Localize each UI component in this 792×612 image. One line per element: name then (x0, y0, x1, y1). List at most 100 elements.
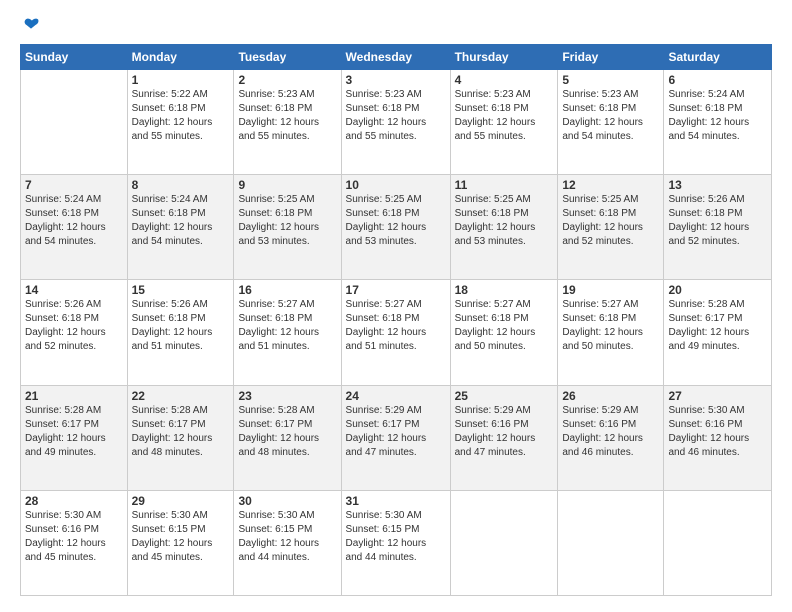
logo-bird-icon (22, 16, 40, 34)
day-number: 8 (132, 178, 230, 192)
day-number: 15 (132, 283, 230, 297)
day-number: 31 (346, 494, 446, 508)
day-info: Sunrise: 5:28 AMSunset: 6:17 PMDaylight:… (238, 404, 336, 460)
week-row-1: 7Sunrise: 5:24 AMSunset: 6:18 PMDaylight… (21, 175, 772, 280)
day-number: 16 (238, 283, 336, 297)
day-cell: 3Sunrise: 5:23 AMSunset: 6:18 PMDaylight… (341, 70, 450, 175)
day-info: Sunrise: 5:23 AMSunset: 6:18 PMDaylight:… (238, 88, 336, 144)
day-cell: 1Sunrise: 5:22 AMSunset: 6:18 PMDaylight… (127, 70, 234, 175)
day-info: Sunrise: 5:27 AMSunset: 6:18 PMDaylight:… (455, 298, 554, 354)
day-cell: 27Sunrise: 5:30 AMSunset: 6:16 PMDayligh… (664, 385, 772, 490)
day-cell: 13Sunrise: 5:26 AMSunset: 6:18 PMDayligh… (664, 175, 772, 280)
day-cell (450, 490, 558, 595)
col-header-saturday: Saturday (664, 45, 772, 70)
day-info: Sunrise: 5:25 AMSunset: 6:18 PMDaylight:… (346, 193, 446, 249)
day-number: 29 (132, 494, 230, 508)
day-number: 20 (668, 283, 767, 297)
col-header-monday: Monday (127, 45, 234, 70)
header (20, 16, 772, 34)
day-info: Sunrise: 5:22 AMSunset: 6:18 PMDaylight:… (132, 88, 230, 144)
day-number: 9 (238, 178, 336, 192)
calendar-header: SundayMondayTuesdayWednesdayThursdayFrid… (21, 45, 772, 70)
day-info: Sunrise: 5:29 AMSunset: 6:16 PMDaylight:… (455, 404, 554, 460)
day-info: Sunrise: 5:27 AMSunset: 6:18 PMDaylight:… (346, 298, 446, 354)
day-cell: 17Sunrise: 5:27 AMSunset: 6:18 PMDayligh… (341, 280, 450, 385)
day-info: Sunrise: 5:30 AMSunset: 6:15 PMDaylight:… (132, 509, 230, 565)
day-cell: 4Sunrise: 5:23 AMSunset: 6:18 PMDaylight… (450, 70, 558, 175)
day-cell: 24Sunrise: 5:29 AMSunset: 6:17 PMDayligh… (341, 385, 450, 490)
day-info: Sunrise: 5:25 AMSunset: 6:18 PMDaylight:… (455, 193, 554, 249)
page: SundayMondayTuesdayWednesdayThursdayFrid… (0, 0, 792, 612)
week-row-3: 21Sunrise: 5:28 AMSunset: 6:17 PMDayligh… (21, 385, 772, 490)
calendar-body: 1Sunrise: 5:22 AMSunset: 6:18 PMDaylight… (21, 70, 772, 596)
day-info: Sunrise: 5:24 AMSunset: 6:18 PMDaylight:… (132, 193, 230, 249)
day-cell: 9Sunrise: 5:25 AMSunset: 6:18 PMDaylight… (234, 175, 341, 280)
day-cell (21, 70, 128, 175)
week-row-0: 1Sunrise: 5:22 AMSunset: 6:18 PMDaylight… (21, 70, 772, 175)
day-number: 2 (238, 73, 336, 87)
col-header-sunday: Sunday (21, 45, 128, 70)
day-cell: 21Sunrise: 5:28 AMSunset: 6:17 PMDayligh… (21, 385, 128, 490)
day-info: Sunrise: 5:28 AMSunset: 6:17 PMDaylight:… (25, 404, 123, 460)
day-number: 12 (562, 178, 659, 192)
day-info: Sunrise: 5:23 AMSunset: 6:18 PMDaylight:… (562, 88, 659, 144)
day-cell: 18Sunrise: 5:27 AMSunset: 6:18 PMDayligh… (450, 280, 558, 385)
day-number: 18 (455, 283, 554, 297)
day-cell: 6Sunrise: 5:24 AMSunset: 6:18 PMDaylight… (664, 70, 772, 175)
day-cell: 12Sunrise: 5:25 AMSunset: 6:18 PMDayligh… (558, 175, 664, 280)
day-info: Sunrise: 5:24 AMSunset: 6:18 PMDaylight:… (668, 88, 767, 144)
day-number: 23 (238, 389, 336, 403)
day-info: Sunrise: 5:29 AMSunset: 6:16 PMDaylight:… (562, 404, 659, 460)
day-info: Sunrise: 5:29 AMSunset: 6:17 PMDaylight:… (346, 404, 446, 460)
day-number: 21 (25, 389, 123, 403)
day-cell: 19Sunrise: 5:27 AMSunset: 6:18 PMDayligh… (558, 280, 664, 385)
col-header-friday: Friday (558, 45, 664, 70)
day-info: Sunrise: 5:26 AMSunset: 6:18 PMDaylight:… (668, 193, 767, 249)
day-info: Sunrise: 5:30 AMSunset: 6:16 PMDaylight:… (25, 509, 123, 565)
day-info: Sunrise: 5:23 AMSunset: 6:18 PMDaylight:… (346, 88, 446, 144)
day-cell: 31Sunrise: 5:30 AMSunset: 6:15 PMDayligh… (341, 490, 450, 595)
day-number: 11 (455, 178, 554, 192)
logo (20, 16, 40, 34)
week-row-4: 28Sunrise: 5:30 AMSunset: 6:16 PMDayligh… (21, 490, 772, 595)
day-number: 19 (562, 283, 659, 297)
day-number: 3 (346, 73, 446, 87)
day-cell: 30Sunrise: 5:30 AMSunset: 6:15 PMDayligh… (234, 490, 341, 595)
day-number: 1 (132, 73, 230, 87)
day-number: 25 (455, 389, 554, 403)
day-number: 28 (25, 494, 123, 508)
day-number: 24 (346, 389, 446, 403)
header-row: SundayMondayTuesdayWednesdayThursdayFrid… (21, 45, 772, 70)
day-cell: 22Sunrise: 5:28 AMSunset: 6:17 PMDayligh… (127, 385, 234, 490)
day-number: 22 (132, 389, 230, 403)
day-cell: 25Sunrise: 5:29 AMSunset: 6:16 PMDayligh… (450, 385, 558, 490)
day-number: 4 (455, 73, 554, 87)
day-cell: 26Sunrise: 5:29 AMSunset: 6:16 PMDayligh… (558, 385, 664, 490)
day-number: 30 (238, 494, 336, 508)
day-info: Sunrise: 5:28 AMSunset: 6:17 PMDaylight:… (132, 404, 230, 460)
logo-text (20, 16, 40, 34)
day-cell: 5Sunrise: 5:23 AMSunset: 6:18 PMDaylight… (558, 70, 664, 175)
day-info: Sunrise: 5:28 AMSunset: 6:17 PMDaylight:… (668, 298, 767, 354)
day-info: Sunrise: 5:25 AMSunset: 6:18 PMDaylight:… (238, 193, 336, 249)
day-cell: 23Sunrise: 5:28 AMSunset: 6:17 PMDayligh… (234, 385, 341, 490)
day-info: Sunrise: 5:27 AMSunset: 6:18 PMDaylight:… (562, 298, 659, 354)
day-cell: 28Sunrise: 5:30 AMSunset: 6:16 PMDayligh… (21, 490, 128, 595)
day-cell: 7Sunrise: 5:24 AMSunset: 6:18 PMDaylight… (21, 175, 128, 280)
day-number: 5 (562, 73, 659, 87)
day-cell: 10Sunrise: 5:25 AMSunset: 6:18 PMDayligh… (341, 175, 450, 280)
day-info: Sunrise: 5:24 AMSunset: 6:18 PMDaylight:… (25, 193, 123, 249)
day-info: Sunrise: 5:23 AMSunset: 6:18 PMDaylight:… (455, 88, 554, 144)
week-row-2: 14Sunrise: 5:26 AMSunset: 6:18 PMDayligh… (21, 280, 772, 385)
day-cell (558, 490, 664, 595)
day-info: Sunrise: 5:26 AMSunset: 6:18 PMDaylight:… (25, 298, 123, 354)
day-info: Sunrise: 5:30 AMSunset: 6:15 PMDaylight:… (346, 509, 446, 565)
day-info: Sunrise: 5:27 AMSunset: 6:18 PMDaylight:… (238, 298, 336, 354)
day-info: Sunrise: 5:30 AMSunset: 6:16 PMDaylight:… (668, 404, 767, 460)
day-info: Sunrise: 5:25 AMSunset: 6:18 PMDaylight:… (562, 193, 659, 249)
calendar-table: SundayMondayTuesdayWednesdayThursdayFrid… (20, 44, 772, 596)
day-cell: 16Sunrise: 5:27 AMSunset: 6:18 PMDayligh… (234, 280, 341, 385)
day-number: 27 (668, 389, 767, 403)
day-number: 7 (25, 178, 123, 192)
day-cell: 20Sunrise: 5:28 AMSunset: 6:17 PMDayligh… (664, 280, 772, 385)
